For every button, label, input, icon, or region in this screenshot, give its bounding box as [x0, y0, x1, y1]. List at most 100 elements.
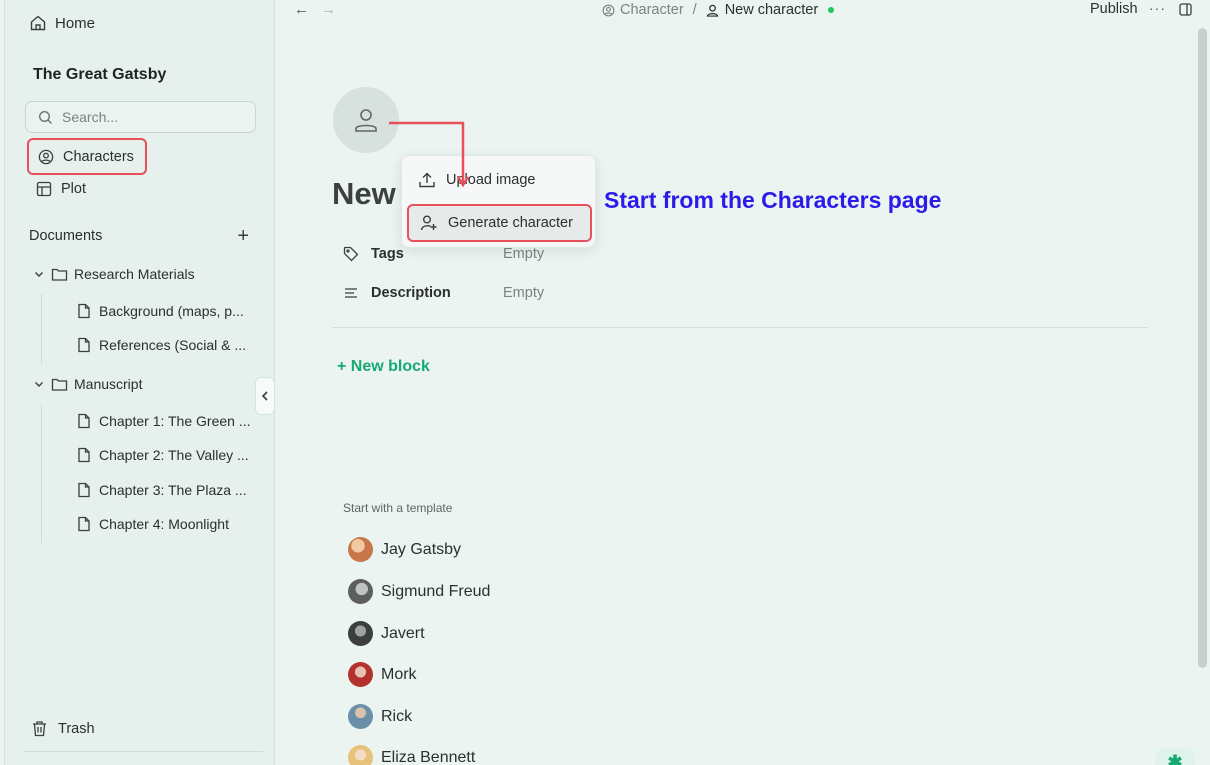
file-icon: [78, 516, 90, 532]
tree-file[interactable]: Chapter 4: Moonlight: [77, 516, 229, 532]
template-item[interactable]: Javert: [348, 621, 425, 646]
tag-icon: [343, 246, 359, 262]
sidebar-item-label: Plot: [61, 181, 86, 197]
template-item[interactable]: Rick: [348, 704, 412, 729]
breadcrumb-parent-label: Character: [620, 2, 684, 18]
search-box[interactable]: [25, 101, 256, 133]
menu-item-label: Generate character: [448, 215, 573, 231]
sidebar: Home The Great Gatsby Characters Plot Do…: [4, 0, 275, 765]
sparkle-icon: ✱: [1167, 752, 1183, 765]
search-input[interactable]: [62, 109, 242, 125]
assistant-button[interactable]: ✱: [1155, 748, 1195, 765]
trash-link[interactable]: Trash: [31, 720, 95, 737]
breadcrumb: Character / New character: [602, 2, 835, 18]
template-avatar: [348, 704, 373, 729]
home-label: Home: [55, 14, 96, 32]
user-icon: [355, 109, 377, 132]
layout-icon: [36, 181, 52, 197]
back-arrow-icon[interactable]: ←: [294, 1, 309, 18]
annotation-text: Start from the Characters page: [604, 187, 942, 213]
forward-arrow-icon[interactable]: →: [321, 1, 336, 18]
folder-label: Research Materials: [74, 266, 195, 282]
folder-icon: [51, 268, 68, 281]
template-avatar: [348, 745, 373, 765]
project-title: The Great Gatsby: [33, 66, 167, 83]
text-lines-icon: [345, 288, 357, 298]
file-icon: [78, 413, 90, 429]
file-icon: [78, 303, 90, 319]
property-row-description[interactable]: Description Empty: [343, 285, 544, 301]
history-nav: ← →: [294, 1, 336, 18]
user-sparkle-icon: [420, 215, 437, 231]
home-link[interactable]: Home: [29, 14, 95, 32]
file-label: Background (maps, p...: [99, 303, 244, 319]
template-avatar: [348, 537, 373, 562]
collapse-sidebar-button[interactable]: [255, 377, 275, 415]
breadcrumb-parent[interactable]: Character: [602, 2, 684, 18]
trash-icon: [33, 721, 46, 737]
sidebar-item-plot[interactable]: Plot: [36, 181, 86, 197]
template-name: Mork: [381, 665, 417, 683]
new-block-button[interactable]: + New block: [337, 358, 430, 376]
template-item[interactable]: Jay Gatsby: [348, 537, 461, 562]
divider: [23, 751, 263, 752]
property-row-tags[interactable]: Tags Empty: [343, 246, 544, 262]
sidebar-item-characters[interactable]: Characters: [27, 138, 147, 175]
property-value[interactable]: Empty: [503, 246, 544, 262]
documents-label: Documents: [29, 228, 103, 244]
user-icon: [706, 4, 719, 17]
annotation-arrow: [389, 121, 470, 188]
folder-research-materials[interactable]: Research Materials: [33, 266, 195, 282]
template-item[interactable]: Mork: [348, 662, 417, 687]
file-icon: [78, 447, 90, 463]
publish-button[interactable]: Publish: [1090, 1, 1138, 17]
tree-guide-line: [41, 294, 42, 364]
folder-label: Manuscript: [74, 376, 143, 392]
template-item[interactable]: Eliza Bennett: [348, 745, 475, 765]
user-circle-icon: [602, 4, 615, 16]
folder-icon: [51, 378, 68, 391]
chevron-down-icon: [35, 382, 43, 387]
more-options-button[interactable]: ···: [1149, 0, 1166, 16]
page-title[interactable]: New: [332, 176, 396, 212]
folder-manuscript[interactable]: Manuscript: [33, 376, 142, 392]
generate-character-menu-item[interactable]: Generate character: [407, 204, 592, 242]
file-icon: [78, 482, 90, 498]
tree-file[interactable]: References (Social & ...: [77, 337, 246, 353]
template-name: Javert: [381, 624, 425, 642]
sidebar-item-label: Characters: [63, 148, 134, 165]
tree-file[interactable]: Chapter 2: The Valley ...: [77, 447, 249, 463]
content-divider: [332, 327, 1148, 328]
template-name: Sigmund Freud: [381, 582, 491, 600]
top-bar: ← → Character / New character Publish ··…: [280, 0, 1210, 22]
file-icon: [78, 337, 90, 353]
scrollbar[interactable]: [1198, 28, 1207, 668]
tree-file[interactable]: Chapter 1: The Green ...: [77, 413, 251, 429]
property-value[interactable]: Empty: [503, 285, 544, 301]
template-name: Rick: [381, 707, 413, 725]
property-label: Tags: [343, 246, 503, 262]
chevron-left-icon: [261, 391, 268, 401]
toggle-panel-icon[interactable]: [1179, 3, 1192, 16]
template-heading: Start with a template: [343, 501, 453, 515]
file-label: Chapter 3: The Plaza ...: [99, 482, 247, 498]
file-label: References (Social & ...: [99, 337, 247, 353]
breadcrumb-separator: /: [692, 2, 697, 18]
documents-header: Documents +: [29, 226, 249, 246]
file-label: Chapter 2: The Valley ...: [99, 447, 249, 463]
template-name: Jay Gatsby: [381, 540, 462, 558]
file-label: Chapter 4: Moonlight: [99, 516, 229, 532]
property-label-text: Tags: [371, 246, 404, 262]
tree-file[interactable]: Background (maps, p...: [77, 303, 244, 319]
template-name: Eliza Bennett: [381, 748, 476, 765]
tree-file[interactable]: Chapter 3: The Plaza ...: [77, 482, 247, 498]
chevron-down-icon: [35, 272, 43, 277]
property-label-text: Description: [371, 285, 451, 301]
add-document-button[interactable]: +: [237, 226, 249, 246]
template-avatar: [348, 662, 373, 687]
file-label: Chapter 1: The Green ...: [99, 413, 251, 429]
property-label: Description: [343, 285, 503, 301]
template-item[interactable]: Sigmund Freud: [348, 579, 490, 604]
template-avatar: [348, 621, 373, 646]
breadcrumb-current: New character: [724, 2, 819, 18]
